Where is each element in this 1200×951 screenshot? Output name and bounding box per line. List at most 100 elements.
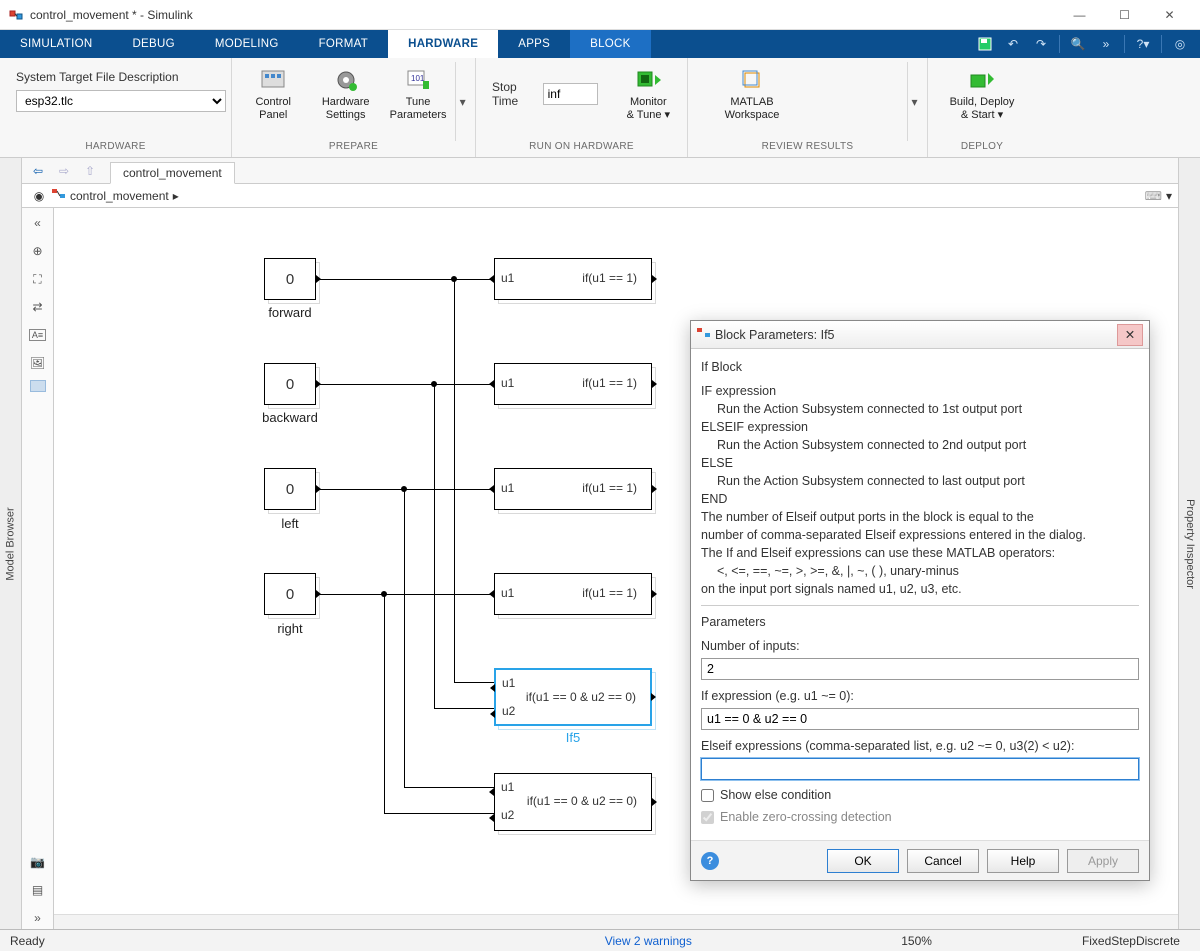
hide-browser-icon[interactable]: «: [27, 212, 49, 234]
palette: « ⊕ ⛶ ⇄ A≡ 🖼 📷 ▤ »: [22, 208, 54, 929]
const-backward[interactable]: 0: [264, 363, 316, 405]
const-forward[interactable]: 0: [264, 258, 316, 300]
zero-crossing-checkbox: Enable zero-crossing detection: [701, 810, 1139, 824]
stop-time-input[interactable]: [543, 83, 598, 105]
elseif-expr-input[interactable]: [701, 758, 1139, 780]
status-warnings[interactable]: View 2 warnings: [605, 934, 692, 948]
group-hardware: HARDWARE: [0, 141, 231, 157]
redo-icon[interactable]: ↷: [1029, 32, 1053, 56]
group-review: REVIEW RESULTS: [688, 141, 927, 157]
help-icon[interactable]: ?▾: [1131, 32, 1155, 56]
image-icon[interactable]: 🖼: [27, 352, 49, 374]
dialog-heading: If Block: [701, 359, 1139, 375]
if-block-4[interactable]: u1 if(u1 == 1): [494, 573, 652, 615]
label-if5: If5: [494, 730, 652, 745]
control-panel-button[interactable]: Control Panel: [238, 62, 308, 126]
if-expr-input[interactable]: [701, 708, 1139, 730]
quick-access: ↶ ↷ 🔍 » ?▾ ◎: [973, 30, 1200, 58]
matlab-workspace-button[interactable]: MATLAB Workspace: [716, 62, 788, 126]
tune-parameters-button[interactable]: 101 Tune Parameters: [383, 62, 453, 126]
hw-target-select[interactable]: esp32.tlc: [16, 90, 226, 112]
num-inputs-label: Number of inputs:: [701, 638, 1139, 654]
model-browser-dock[interactable]: Model Browser: [0, 158, 22, 929]
window-title: control_movement * - Simulink: [30, 8, 1057, 22]
model-scope-icon[interactable]: ◉: [28, 185, 50, 207]
deploy-icon: [968, 66, 996, 94]
cancel-button[interactable]: Cancel: [907, 849, 979, 873]
fit-icon[interactable]: ⛶: [27, 268, 49, 290]
tab-format[interactable]: FORMAT: [299, 30, 389, 58]
toolstrip-tabs: SIMULATION DEBUG MODELING FORMAT HARDWAR…: [0, 30, 1200, 58]
search-icon[interactable]: 🔍: [1066, 32, 1090, 56]
label-backward: backward: [257, 410, 323, 425]
maximize-button[interactable]: ☐: [1102, 0, 1147, 29]
keyboard-icon[interactable]: ⌨: [1145, 189, 1162, 203]
stop-time-label: Stop Time: [492, 80, 535, 108]
status-solver[interactable]: FixedStepDiscrete: [1082, 934, 1180, 948]
group-run: RUN ON HARDWARE: [476, 141, 687, 157]
close-button[interactable]: ✕: [1147, 0, 1192, 29]
if-block-6[interactable]: u1 u2 if(u1 == 0 & u2 == 0): [494, 773, 652, 831]
more-icon[interactable]: »: [27, 907, 49, 929]
group-prepare: PREPARE: [232, 141, 475, 157]
control-panel-icon: [259, 66, 287, 94]
prepare-dropdown[interactable]: ▾: [455, 62, 469, 141]
signal-icon[interactable]: ⇄: [27, 296, 49, 318]
tab-block[interactable]: BLOCK: [570, 30, 651, 58]
tab-hardware[interactable]: HARDWARE: [388, 30, 498, 58]
status-bar: Ready View 2 warnings 150% FixedStepDisc…: [0, 929, 1200, 951]
const-right[interactable]: 0: [264, 573, 316, 615]
const-left[interactable]: 0: [264, 468, 316, 510]
document-tab[interactable]: control_movement: [110, 162, 235, 184]
layers-icon[interactable]: ▤: [27, 879, 49, 901]
context-help-icon[interactable]: ?: [701, 852, 719, 870]
nav-back-icon[interactable]: ⇦: [26, 160, 50, 182]
build-deploy-button[interactable]: Build, Deploy & Start ▾: [934, 62, 1030, 126]
if-block-2[interactable]: u1 if(u1 == 1): [494, 363, 652, 405]
ok-button[interactable]: OK: [827, 849, 899, 873]
tune-icon: 101: [404, 66, 432, 94]
save-icon[interactable]: [973, 32, 997, 56]
review-dropdown[interactable]: ▾: [907, 62, 921, 141]
model-icon: [52, 188, 66, 203]
monitor-tune-button[interactable]: Monitor & Tune ▾: [616, 62, 681, 126]
property-inspector-dock[interactable]: Property Inspector: [1178, 158, 1200, 929]
titlebar: control_movement * - Simulink — ☐ ✕: [0, 0, 1200, 30]
ribbon: System Target File Description esp32.tlc…: [0, 58, 1200, 158]
dialog-title: Block Parameters: If5: [715, 328, 1117, 342]
tab-apps[interactable]: APPS: [498, 30, 570, 58]
hw-target-label: System Target File Description: [16, 70, 226, 84]
target-icon[interactable]: ◎: [1168, 32, 1192, 56]
apply-button[interactable]: Apply: [1067, 849, 1139, 873]
if-block-3[interactable]: u1 if(u1 == 1): [494, 468, 652, 510]
dialog-close-button[interactable]: ✕: [1117, 324, 1143, 346]
status-zoom[interactable]: 150%: [901, 934, 932, 948]
undo-icon[interactable]: ↶: [1001, 32, 1025, 56]
show-else-checkbox[interactable]: Show else condition: [701, 788, 1139, 802]
expand-icon[interactable]: »: [1094, 32, 1118, 56]
tab-debug[interactable]: DEBUG: [112, 30, 194, 58]
elseif-expr-label: Elseif expressions (comma-separated list…: [701, 738, 1139, 754]
svg-text:101: 101: [411, 74, 425, 83]
tab-simulation[interactable]: SIMULATION: [0, 30, 112, 58]
minimize-button[interactable]: —: [1057, 0, 1102, 29]
scrollbar-horizontal[interactable]: [54, 914, 1178, 929]
dialog-icon: [697, 327, 711, 342]
tab-modeling[interactable]: MODELING: [195, 30, 299, 58]
if-block-1[interactable]: u1 if(u1 == 1): [494, 258, 652, 300]
breadcrumb-root[interactable]: control_movement: [70, 189, 169, 203]
area-icon[interactable]: [30, 380, 46, 392]
breadcrumb-dropdown[interactable]: ▾: [1166, 189, 1172, 203]
screenshot-icon[interactable]: 📷: [27, 851, 49, 873]
help-button[interactable]: Help: [987, 849, 1059, 873]
num-inputs-input[interactable]: [701, 658, 1139, 680]
hardware-settings-button[interactable]: Hardware Settings: [310, 62, 380, 126]
label-forward: forward: [264, 305, 316, 320]
if-expr-label: If expression (e.g. u1 ~= 0):: [701, 688, 1139, 704]
nav-up-icon[interactable]: ⇧: [78, 160, 102, 182]
breadcrumb: ◉ control_movement ▸ ⌨ ▾: [22, 184, 1178, 208]
if-block-5[interactable]: u1 u2 if(u1 == 0 & u2 == 0): [494, 668, 652, 726]
annotation-icon[interactable]: A≡: [27, 324, 49, 346]
nav-forward-icon[interactable]: ⇨: [52, 160, 76, 182]
zoom-icon[interactable]: ⊕: [27, 240, 49, 262]
